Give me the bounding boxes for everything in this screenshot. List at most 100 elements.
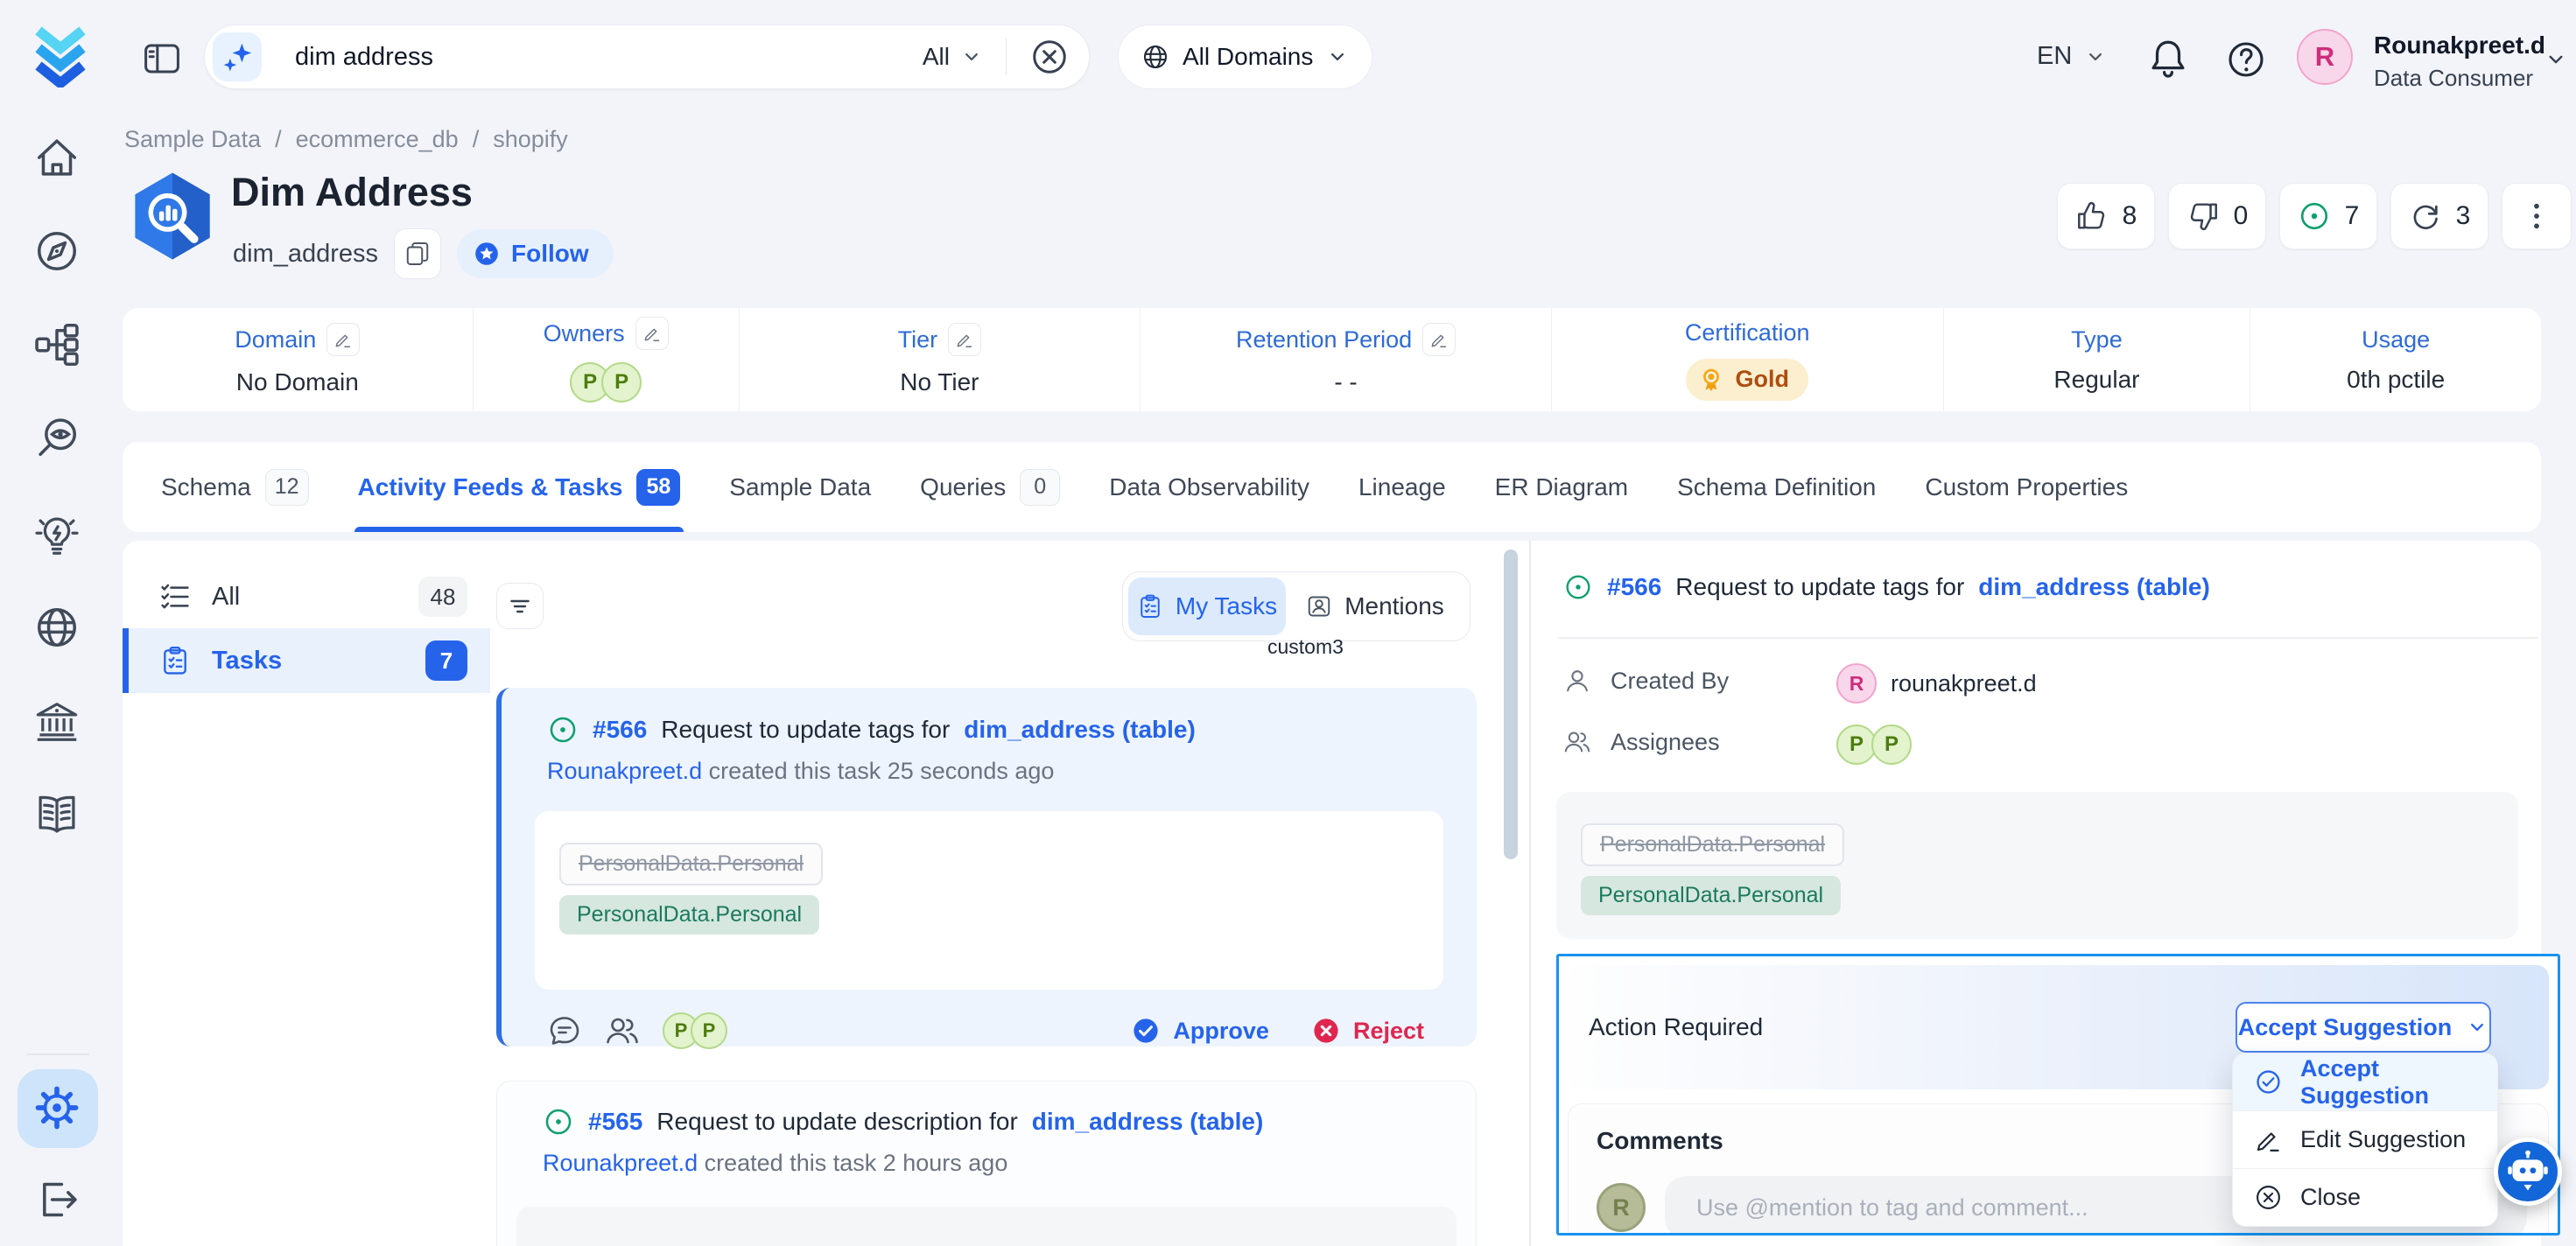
task-detail-id[interactable]: #566 <box>1607 573 1661 601</box>
tab-schema[interactable]: Schema 12 <box>161 442 309 532</box>
task-asset-link[interactable]: dim_address (table) <box>1032 1108 1264 1136</box>
app-window: dim address All All Domains EN R Rounakp… <box>0 0 2576 1246</box>
reject-button[interactable]: Reject <box>1311 1016 1424 1046</box>
pencil-icon <box>955 330 974 349</box>
search-scope-dropdown[interactable]: All <box>923 43 983 71</box>
breadcrumb-item[interactable]: shopify <box>493 126 568 153</box>
language-selector[interactable]: EN <box>2037 42 2107 71</box>
task-id[interactable]: #565 <box>588 1108 642 1136</box>
tab-lineage[interactable]: Lineage <box>1358 442 1446 532</box>
logout-icon[interactable] <box>33 1176 81 1223</box>
certification-badge[interactable]: Gold <box>1686 359 1808 401</box>
pencil-icon <box>642 324 662 343</box>
reject-label: Reject <box>1353 1018 1424 1045</box>
menu-item-label: Accept Suggestion <box>2300 1055 2476 1110</box>
compass-icon[interactable] <box>33 228 81 275</box>
asset-subrow: dim_address Follow <box>233 229 614 278</box>
tab-label: Sample Data <box>729 473 871 501</box>
task-card-565[interactable]: #565 Request to update description for d… <box>496 1081 1477 1246</box>
edit-tier-button[interactable] <box>948 323 981 356</box>
user-avatar[interactable]: R <box>2297 29 2353 85</box>
user-menu-chevron-icon[interactable] <box>2544 47 2568 72</box>
chevron-down-icon <box>1326 46 1349 68</box>
feed-toggle: My Tasks Mentions <box>1122 571 1470 641</box>
chat-assistant-button[interactable] <box>2494 1138 2562 1206</box>
follow-button[interactable]: Follow <box>457 229 614 278</box>
edit-domain-button[interactable] <box>326 323 360 356</box>
feed-filter-all[interactable]: All 48 <box>123 564 490 629</box>
certification-value: Gold <box>1735 366 1789 393</box>
breadcrumb-item[interactable]: ecommerce_db <box>296 126 459 153</box>
task-detail-asset-link[interactable]: dim_address (table) <box>1978 573 2210 601</box>
certification-label: Certification <box>1685 319 1810 346</box>
search-input[interactable]: dim address <box>295 43 433 72</box>
menu-item-edit-suggestion[interactable]: Edit Suggestion <box>2233 1111 2497 1169</box>
tab-er-diagram[interactable]: ER Diagram <box>1495 442 1628 532</box>
tab-label: Data Observability <box>1109 473 1309 501</box>
main-content: All 48 Tasks 7 My Tasks Mentions custom3 <box>123 541 2541 1246</box>
home-icon[interactable] <box>33 134 81 181</box>
settings-icon[interactable] <box>33 1084 81 1131</box>
owner-avatar[interactable]: P <box>601 362 642 402</box>
assignee-avatar[interactable]: P <box>691 1012 727 1049</box>
discovery-icon[interactable] <box>33 415 81 462</box>
dislikes-button[interactable]: 0 <box>2168 183 2266 249</box>
tab-sample-data[interactable]: Sample Data <box>729 442 871 532</box>
notifications-bell-icon[interactable] <box>2146 37 2190 80</box>
all-domains-button[interactable]: All Domains <box>1118 24 1372 89</box>
my-tasks-segment[interactable]: My Tasks <box>1128 578 1286 635</box>
approve-button[interactable]: Approve <box>1131 1016 1269 1046</box>
edit-owners-button[interactable] <box>635 317 669 350</box>
feed-scrollbar[interactable] <box>1504 550 1518 859</box>
tab-badge: 12 <box>265 469 309 506</box>
hierarchy-icon[interactable] <box>33 321 81 368</box>
tab-schema-definition[interactable]: Schema Definition <box>1677 442 1876 532</box>
menu-item-close[interactable]: Close <box>2233 1169 2497 1226</box>
creator-name[interactable]: rounakpreet.d <box>1891 670 2037 697</box>
edit-retention-button[interactable] <box>1422 323 1456 356</box>
tab-data-observability[interactable]: Data Observability <box>1109 442 1309 532</box>
tab-custom-properties[interactable]: Custom Properties <box>1925 442 2128 532</box>
domain-label: Domain <box>235 326 316 354</box>
feed-filter-tasks[interactable]: Tasks 7 <box>123 628 490 693</box>
tab-label: Queries <box>920 473 1006 501</box>
insights-icon[interactable] <box>33 512 81 559</box>
filter-button[interactable] <box>496 583 544 629</box>
copy-button[interactable] <box>394 228 441 279</box>
watchers-button[interactable]: 7 <box>2279 183 2377 249</box>
tab-queries[interactable]: Queries 0 <box>920 442 1060 532</box>
task-author[interactable]: Rounakpreet.d <box>547 758 702 784</box>
sidebar-toggle-icon[interactable] <box>142 38 182 79</box>
tasks-count-badge: 7 <box>425 640 467 681</box>
likes-button[interactable]: 8 <box>2057 183 2155 249</box>
activity-button[interactable]: 3 <box>2390 183 2488 249</box>
ai-sparkle-icon[interactable] <box>213 32 262 81</box>
more-actions-button[interactable] <box>2502 183 2572 249</box>
task-asset-link[interactable]: dim_address (table) <box>964 716 1196 744</box>
docs-icon[interactable] <box>33 791 81 838</box>
task-detail-title-text: Request to update tags for <box>1675 573 1964 601</box>
metadata-summary-card: Domain No Domain Owners P P Tier No Tier… <box>123 308 2541 411</box>
search-clear-icon[interactable] <box>1029 37 1070 77</box>
usage-label: Usage <box>2362 326 2430 354</box>
assignees-icon[interactable] <box>605 1013 640 1048</box>
help-icon[interactable] <box>2225 38 2267 80</box>
comment-icon[interactable] <box>547 1013 582 1048</box>
breadcrumb-item[interactable]: Sample Data <box>124 126 261 153</box>
search-bar[interactable]: dim address All <box>204 24 1090 89</box>
governance-icon[interactable] <box>33 698 81 746</box>
tab-activity-feeds-tasks[interactable]: Activity Feeds & Tasks 58 <box>358 442 681 532</box>
action-dropdown-menu: Accept Suggestion Edit Suggestion Close <box>2232 1053 2498 1227</box>
menu-item-accept-suggestion[interactable]: Accept Suggestion <box>2233 1054 2497 1111</box>
app-logo[interactable] <box>23 26 98 88</box>
task-description-preview: This dimension table contains the billin… <box>516 1207 1456 1246</box>
task-author[interactable]: Rounakpreet.d <box>543 1150 698 1176</box>
task-card-566[interactable]: #566 Request to update tags for dim_addr… <box>496 688 1477 1046</box>
glossary-globe-icon[interactable] <box>33 604 81 651</box>
creator-avatar[interactable]: R <box>1836 663 1877 704</box>
task-id[interactable]: #566 <box>593 716 647 744</box>
tab-bar: Schema 12 Activity Feeds & Tasks 58 Samp… <box>123 442 2541 532</box>
mentions-segment[interactable]: Mentions <box>1286 578 1464 635</box>
assignee-avatar[interactable]: P <box>1871 724 1912 765</box>
accept-suggestion-dropdown-button[interactable]: Accept Suggestion <box>2236 1002 2491 1053</box>
